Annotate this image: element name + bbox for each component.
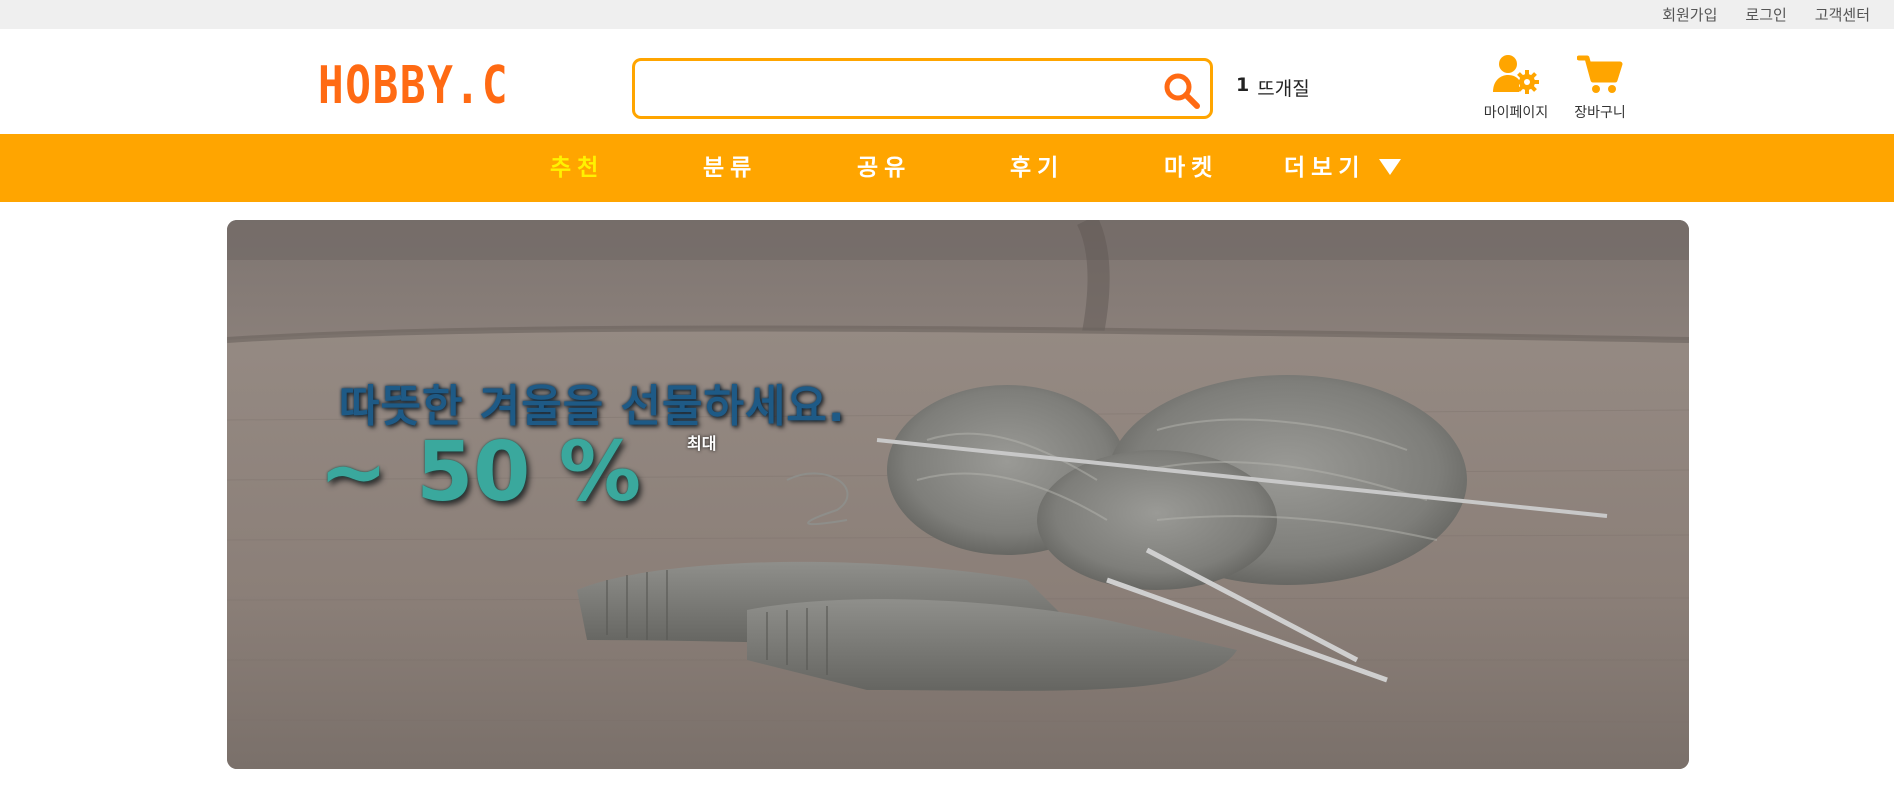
promo-banner[interactable]: 따뜻한 겨울을 선물하세요. ~ 50 % 최대	[227, 220, 1689, 769]
mypage-button[interactable]: 마이페이지	[1476, 54, 1556, 122]
nav-market[interactable]: 마켓	[1164, 134, 1218, 202]
search-icon[interactable]	[1162, 71, 1202, 111]
nav-share[interactable]: 공유	[857, 134, 911, 202]
caret-down-icon	[1379, 158, 1402, 175]
search-input[interactable]	[647, 69, 1147, 108]
nav-review[interactable]: 후기	[1010, 134, 1064, 202]
site-logo[interactable]: HOBBY.C	[318, 56, 509, 116]
utility-links: 회원가입 로그인 고객센터	[1662, 0, 1870, 29]
customer-center-link[interactable]: 고객센터	[1815, 4, 1870, 25]
cart-button[interactable]: 장바구니	[1564, 54, 1636, 122]
top-utility-bar: 회원가입 로그인 고객센터	[0, 0, 1894, 29]
banner-max-label: 최대	[687, 434, 717, 453]
mypage-label: 마이페이지	[1483, 105, 1549, 121]
search-bar	[632, 58, 1213, 119]
signup-link[interactable]: 회원가입	[1662, 4, 1717, 25]
user-gear-icon	[1493, 55, 1539, 94]
trending-keyword[interactable]: 1 뜨개질	[1236, 74, 1310, 101]
main-nav: 추천 분류 공유 후기 마켓 더보기	[0, 134, 1894, 202]
cart-label: 장바구니	[1574, 105, 1626, 121]
trending-rank: 1	[1236, 74, 1250, 96]
nav-more-label: 더보기	[1284, 155, 1366, 181]
trending-term: 뜨개질	[1257, 78, 1310, 100]
login-link[interactable]: 로그인	[1745, 4, 1786, 25]
nav-category[interactable]: 분류	[703, 134, 757, 202]
banner-discount: ~ 50 %	[319, 425, 642, 520]
cart-icon	[1577, 55, 1623, 93]
nav-recommend[interactable]: 추천	[550, 134, 604, 202]
nav-more[interactable]: 더보기	[1284, 134, 1402, 202]
